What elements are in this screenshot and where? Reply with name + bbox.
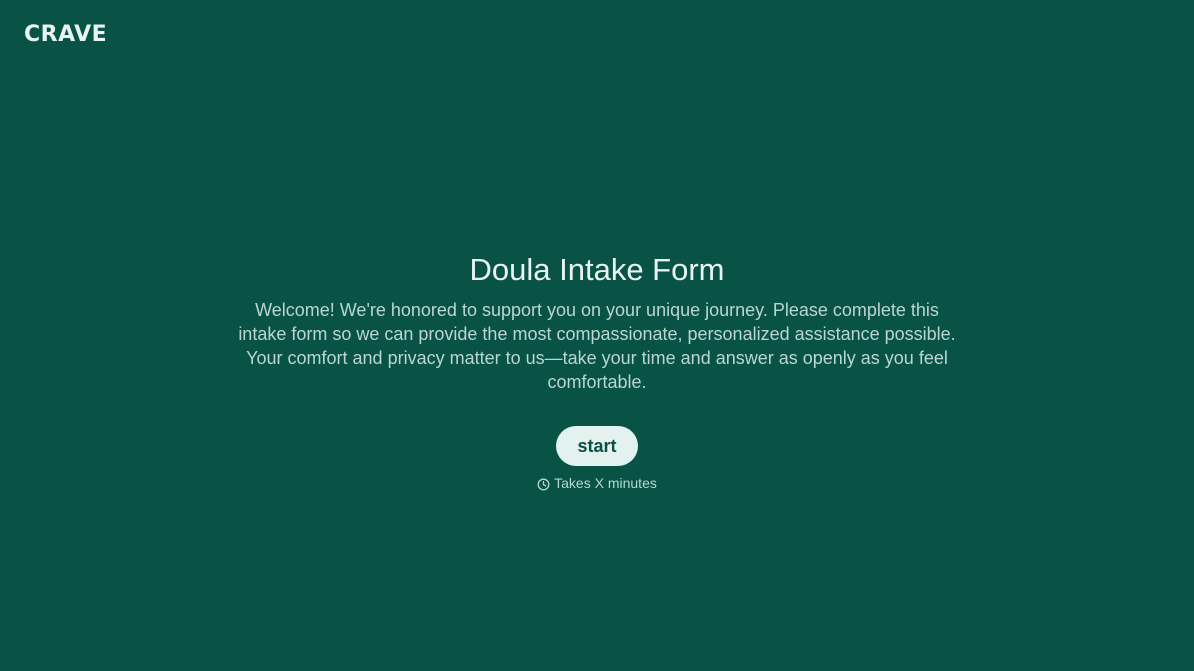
intro-section: Doula Intake Form Welcome! We're honored… xyxy=(0,250,1194,492)
crave-logo: CRAVE xyxy=(24,22,108,47)
start-button[interactable]: start xyxy=(556,426,638,466)
page-title: Doula Intake Form xyxy=(469,252,725,287)
welcome-message: Welcome! We're honored to support you on… xyxy=(238,300,956,392)
clock-icon xyxy=(537,477,550,490)
duration-note: Takes X minutes xyxy=(537,474,657,492)
duration-text: Takes X minutes xyxy=(554,475,657,491)
